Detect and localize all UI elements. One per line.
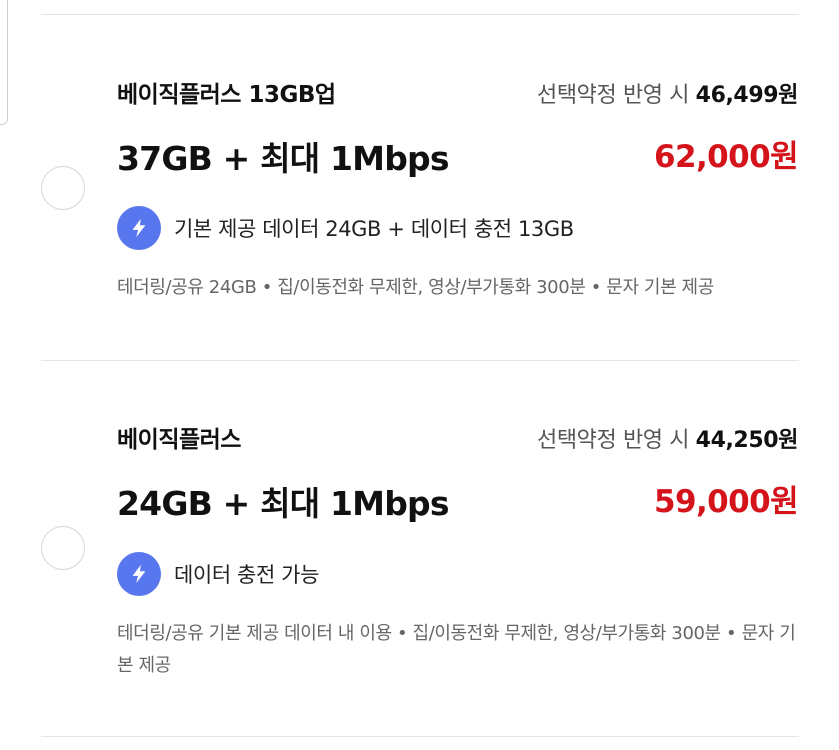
plan-price: 59,000원 — [654, 484, 799, 520]
benefit-row: 데이터 충전 가능 — [117, 552, 319, 596]
lightning-bolt-icon — [117, 552, 161, 596]
benefit-text: 데이터 충전 가능 — [174, 563, 319, 587]
benefit-text: 기본 제공 데이터 24GB + 데이터 충전 13GB — [174, 217, 574, 241]
plan-radio-button[interactable] — [41, 166, 85, 210]
plan-headline: 24GB + 최대 1Mbps — [117, 484, 449, 523]
discount-label: 선택약정 반영 시 — [536, 428, 690, 453]
plan-name: 베이직플러스 13GB업 — [117, 82, 336, 108]
discount-price-label: 선택약정 반영 시 46,499원 — [537, 77, 798, 109]
plan-detail: 테더링/공유 기본 제공 데이터 내 이용 • 집/이동전화 무제한, 영상/부… — [117, 623, 796, 676]
plan-name: 베이직플러스 — [117, 427, 241, 453]
plan-radio-button[interactable] — [41, 526, 85, 570]
discount-price: 44,250원 — [695, 428, 799, 453]
plan-detail: 테더링/공유 24GB • 집/이동전화 무제한, 영상/부가통화 300분 •… — [117, 277, 714, 298]
plan-headline: 37GB + 최대 1Mbps — [117, 139, 449, 178]
discount-price-label: 선택약정 반영 시 44,250원 — [537, 422, 798, 454]
discount-label: 선택약정 반영 시 — [536, 83, 690, 108]
plan-card[interactable]: 베이직플러스 13GB업 선택약정 반영 시 46,499원 37GB + 최대… — [0, 14, 839, 360]
divider — [41, 736, 799, 737]
discount-price: 46,499원 — [695, 83, 799, 108]
plan-card[interactable]: 베이직플러스 선택약정 반영 시 44,250원 24GB + 최대 1Mbps… — [0, 360, 839, 736]
plan-price: 62,000원 — [654, 139, 799, 175]
plan-list-screen: 베이직플러스 13GB업 선택약정 반영 시 46,499원 37GB + 최대… — [0, 0, 839, 750]
lightning-bolt-icon — [117, 206, 161, 250]
benefit-row: 기본 제공 데이터 24GB + 데이터 충전 13GB — [117, 206, 574, 250]
